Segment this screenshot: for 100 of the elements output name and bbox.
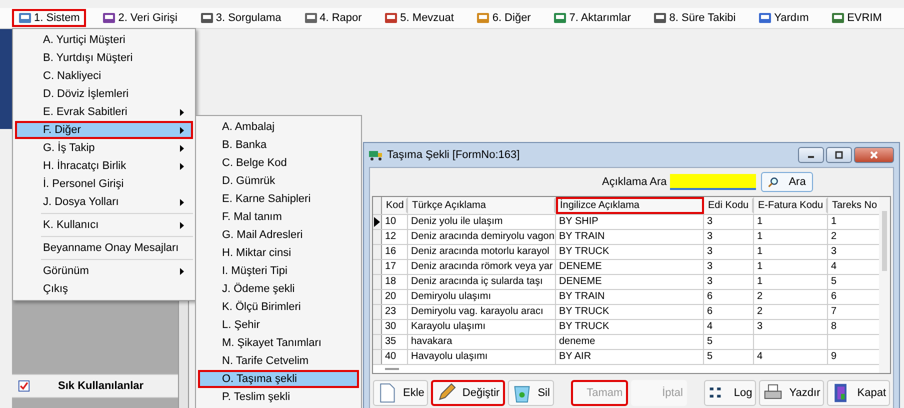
menu-item[interactable]: J. Dosya Yolları <box>15 193 193 211</box>
table-cell: deneme <box>556 335 704 349</box>
table-cell: 1 <box>754 215 828 229</box>
toolbar-button[interactable]: Log <box>704 380 756 406</box>
menu-item[interactable]: L. Şehir <box>198 316 359 334</box>
table-cell: 1 <box>754 245 828 259</box>
row-indicator[interactable] <box>373 215 382 229</box>
table-cell: 2 <box>754 305 828 319</box>
minimize-button[interactable] <box>798 147 824 163</box>
table-cell: 1 <box>754 230 828 244</box>
table-cell: 5 <box>704 335 754 349</box>
menu-item[interactable]: 7. Aktarımlar <box>547 9 637 27</box>
menu-item[interactable]: 2. Veri Girişi <box>96 9 184 27</box>
menu-item[interactable]: 6. Diğer <box>470 9 537 27</box>
table-cell: 6 <box>704 290 754 304</box>
table-cell: 35 <box>382 335 408 349</box>
column-header[interactable]: İngilizce Açıklama <box>556 197 704 214</box>
menu-item[interactable]: EVRIM <box>825 9 888 27</box>
menu-item[interactable]: G. İş Takip <box>15 139 193 157</box>
table-cell: 3 <box>704 245 754 259</box>
menu-item[interactable]: K. Ölçü Birimleri <box>198 298 359 316</box>
menu-item[interactable]: J. Ödeme şekli <box>198 280 359 298</box>
toolbar-button[interactable]: Yazdır <box>759 380 824 406</box>
menu-item[interactable]: O. Taşıma şekli <box>198 370 359 388</box>
menu-item[interactable]: D. Gümrük <box>198 172 359 190</box>
column-header[interactable]: Edi Kodu <box>704 197 754 214</box>
close-button[interactable] <box>854 147 894 163</box>
menu-item[interactable]: A. Ambalaj <box>198 118 359 136</box>
menu-item[interactable]: Görünüm <box>15 262 193 280</box>
table-cell: 23 <box>382 305 408 319</box>
table-cell: 3 <box>704 215 754 229</box>
table-cell: 40 <box>382 350 408 364</box>
search-field[interactable] <box>670 174 756 190</box>
table-cell: 4 <box>754 350 828 364</box>
search-button[interactable]: Ara <box>760 172 813 192</box>
recycle-bin-icon <box>512 383 532 403</box>
table-cell: Deniz aracında demiryolu vagon <box>408 230 556 244</box>
table-cell: 3 <box>704 275 754 289</box>
favorites-button[interactable]: Sık Kullanılanlar <box>12 374 178 398</box>
menu-item[interactable]: C. Belge Kod <box>198 154 359 172</box>
column-header[interactable]: E-Fatura Kodu <box>754 197 828 214</box>
table-cell: BY TRAIN <box>556 290 704 304</box>
table-cell: havakara <box>408 335 556 349</box>
table-cell: BY AIR <box>556 350 704 364</box>
table-cell: 3 <box>754 320 828 334</box>
table-cell: 16 <box>382 245 408 259</box>
menu-item[interactable]: G. Mail Adresleri <box>198 226 359 244</box>
menu-item[interactable]: B. Yurtdışı Müşteri <box>15 49 193 67</box>
menu-item[interactable]: 4. Rapor <box>298 9 368 27</box>
menu-item[interactable]: 3. Sorgulama <box>194 9 288 27</box>
menu-item[interactable]: N. Tarife Cetvelim <box>198 352 359 370</box>
table-cell: Demiryolu vag. karayolu aracı <box>408 305 556 319</box>
close-icon <box>869 151 879 159</box>
table-cell: 3 <box>704 230 754 244</box>
maximize-button[interactable] <box>826 147 852 163</box>
table-cell: BY TRUCK <box>556 320 704 334</box>
menu-item[interactable]: M. Şikayet Tanımları <box>198 334 359 352</box>
menu-item[interactable]: Çıkış <box>15 280 193 298</box>
table-cell: Deniz aracında römork veya yar <box>408 260 556 274</box>
table-cell: 30 <box>382 320 408 334</box>
menu-item[interactable]: H. İhracatçı Birlik <box>15 157 193 175</box>
menu-item[interactable]: F. Diğer <box>15 121 193 139</box>
column-header[interactable]: Kod <box>382 197 408 214</box>
menu-item[interactable]: İ. Personel Girişi <box>15 175 193 193</box>
table-cell: 6 <box>704 305 754 319</box>
table-cell: 5 <box>704 350 754 364</box>
menu-item[interactable]: I. Müşteri Tipi <box>198 262 359 280</box>
page-icon <box>377 383 397 403</box>
column-header[interactable]: Türkçe Açıklama <box>408 197 556 214</box>
table-cell: DENEME <box>556 275 704 289</box>
table-cell: DENEME <box>556 260 704 274</box>
table-cell: 3 <box>704 260 754 274</box>
menu-item[interactable]: 5. Mevzuat <box>378 9 460 27</box>
table-cell: 20 <box>382 290 408 304</box>
table-cell: 10 <box>382 215 408 229</box>
menu-item[interactable]: Beyanname Onay Mesajları <box>15 239 193 257</box>
table-cell: Deniz aracında iç sularda taşı <box>408 275 556 289</box>
menu-item[interactable]: P. Teslim şekli <box>198 388 359 406</box>
menu-item[interactable]: F. Mal tanım <box>198 208 359 226</box>
menu-item[interactable]: Yardım <box>752 9 815 27</box>
menu-item[interactable]: B. Banka <box>198 136 359 154</box>
toolbar-button[interactable]: Sil <box>508 380 554 406</box>
column-header[interactable]: Tareks No <box>828 197 882 214</box>
toolbar-button[interactable]: Değiştir <box>431 380 505 406</box>
menu-item[interactable]: A. Yurtiçi Müşteri <box>15 31 193 49</box>
search-label: Açıklama Ara <box>602 176 667 188</box>
menu-item[interactable]: D. Döviz İşlemleri <box>15 85 193 103</box>
table-cell: 18 <box>382 275 408 289</box>
scrollbar[interactable] <box>879 197 890 373</box>
menu-item[interactable]: 8. Süre Takibi <box>647 9 742 27</box>
menu-item[interactable]: 1. Sistem <box>12 9 86 27</box>
table-cell: 1 <box>754 275 828 289</box>
menu-item[interactable]: E. Evrak Sabitleri <box>15 103 193 121</box>
toolbar-button[interactable]: Ekle <box>373 380 428 406</box>
menu-item[interactable]: K. Kullanıcı <box>15 216 193 234</box>
menu-item[interactable]: H. Miktar cinsi <box>198 244 359 262</box>
menu-item[interactable]: C. Nakliyeci <box>15 67 193 85</box>
header-corner <box>373 197 382 214</box>
toolbar-button[interactable]: Kapat <box>827 380 890 406</box>
menu-item[interactable]: E. Karne Sahipleri <box>198 190 359 208</box>
